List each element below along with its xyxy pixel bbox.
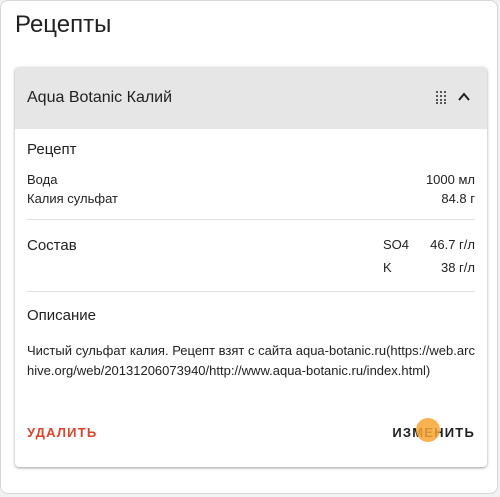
description-text: Чистый сульфат калия. Рецепт взят с сайт…	[27, 343, 475, 378]
ingredient-amount: 84.8 г	[441, 191, 475, 206]
cursor-indicator	[416, 418, 440, 442]
recipe-card: Aqua Botanic Калий Рецепт Вода 1000 мл К…	[15, 67, 487, 467]
ingredient-label: Вода	[27, 172, 58, 187]
composition-element: SO4	[383, 237, 410, 252]
ingredient-label: Калия сульфат	[27, 191, 118, 206]
divider	[27, 219, 475, 220]
recipe-title: Aqua Botanic Калий	[27, 89, 173, 106]
grid-dots-icon[interactable]	[435, 90, 449, 104]
delete-button[interactable]: УДАЛИТЬ	[27, 425, 97, 440]
recipe-card-header[interactable]: Aqua Botanic Калий	[15, 67, 487, 129]
page-title: Рецепты	[15, 11, 112, 38]
description-section-title: Описание	[27, 307, 97, 324]
divider	[27, 291, 475, 292]
composition-value: 46.7 г/л	[430, 237, 475, 252]
composition-element: K	[383, 260, 392, 275]
composition-section-title: Состав	[27, 237, 77, 254]
recipes-panel: Рецепты Aqua Botanic Калий Рецепт Вода 1…	[0, 0, 498, 494]
ingredient-amount: 1000 мл	[425, 172, 475, 187]
composition-value: 38 г/л	[440, 260, 475, 275]
recipe-section-title: Рецепт	[27, 141, 77, 158]
chevron-up-icon[interactable]	[457, 90, 471, 104]
